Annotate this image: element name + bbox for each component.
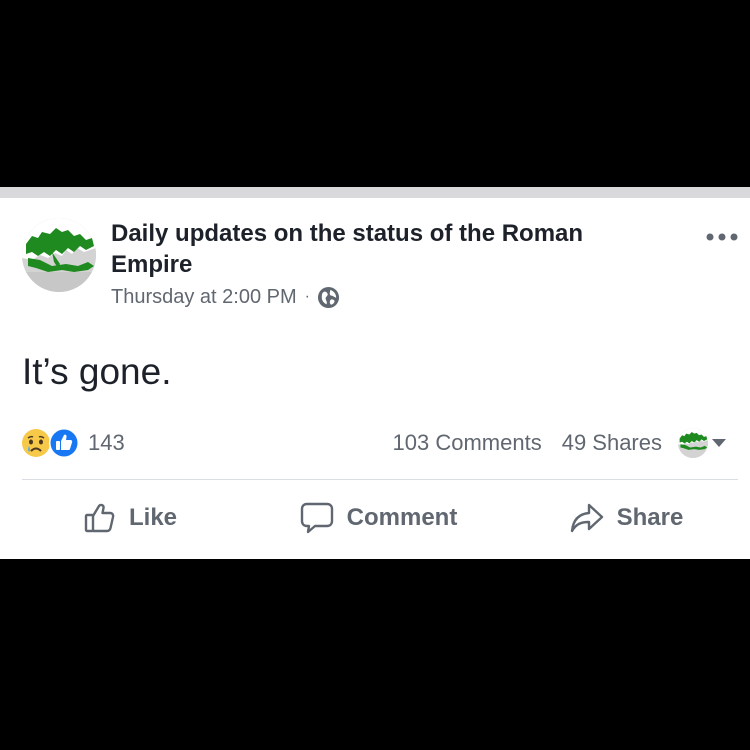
post-text: It’s gone. (22, 351, 172, 392)
like-button-label: Like (128, 504, 178, 531)
chevron-down-icon (712, 439, 726, 447)
page-mini-avatar (678, 428, 708, 458)
page-name-link[interactable]: Daily updates on the status of the Roman… (111, 218, 671, 280)
meta-separator: · (304, 288, 310, 305)
share-button[interactable]: Share (502, 480, 750, 556)
engagement-counts: 103 Comments 49 Shares (393, 427, 662, 459)
comment-button[interactable]: Comment (254, 480, 502, 556)
screenshot-frame: Daily updates on the status of the Roman… (0, 0, 750, 750)
page-selector-button[interactable] (678, 428, 728, 458)
page-avatar[interactable] (22, 218, 96, 292)
like-button[interactable]: Like (0, 480, 254, 556)
comments-count-link[interactable]: 103 Comments (393, 430, 542, 456)
more-options-button[interactable] (704, 226, 740, 248)
post-meta: Thursday at 2:00 PM · (111, 284, 340, 310)
facebook-post: Daily updates on the status of the Roman… (0, 198, 750, 559)
comment-bubble-icon (300, 502, 333, 534)
thumbs-up-icon (84, 503, 115, 533)
shares-count-link[interactable]: 49 Shares (562, 430, 662, 456)
share-button-label: Share (616, 504, 684, 531)
reaction-icons (20, 427, 82, 459)
roman-empire-map-icon (678, 428, 708, 458)
roman-empire-map-icon (22, 218, 96, 292)
reaction-count: 143 (88, 430, 125, 455)
post-timestamp[interactable]: Thursday at 2:00 PM (111, 286, 297, 309)
top-divider (0, 187, 750, 198)
reactions-summary[interactable]: 143 (20, 427, 125, 459)
share-arrow-icon (570, 503, 603, 533)
like-reaction-icon (49, 428, 79, 458)
more-options-icon (706, 233, 738, 241)
action-bar: Like Comment Share (0, 480, 750, 556)
comment-button-label: Comment (346, 504, 458, 531)
globe-icon[interactable] (317, 286, 340, 309)
